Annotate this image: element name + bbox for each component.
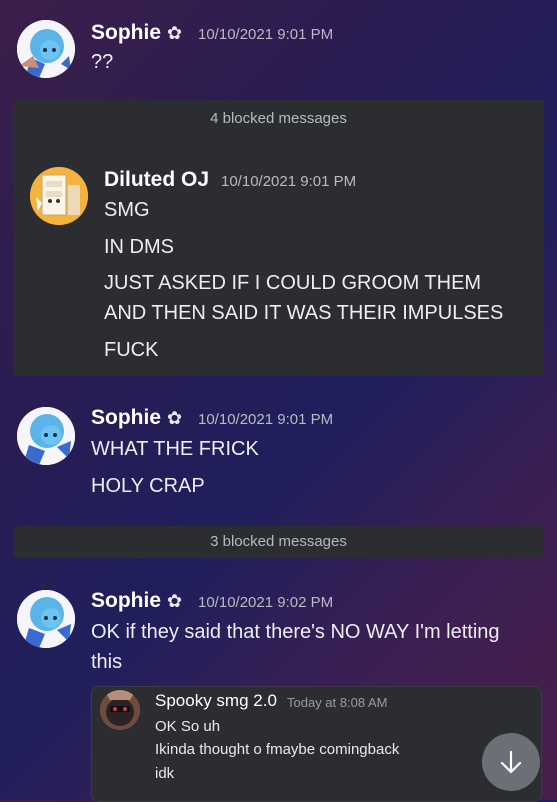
message-text: JUST ASKED IF I COULD GROOM THEM [104, 272, 482, 294]
author-name-text: Sophie [91, 21, 162, 44]
message-text: IN DMS [104, 236, 174, 258]
avatar[interactable] [100, 690, 140, 730]
author-name[interactable]: Sophie ✿ [91, 589, 182, 613]
spooky-avatar-icon [100, 690, 140, 730]
embed-text: OK So uh [155, 718, 221, 735]
message-text: FUCK [104, 339, 159, 361]
timestamp: 10/10/2021 9:01 PM [221, 173, 357, 190]
embed-timestamp: Today at 8:08 AM [287, 695, 388, 710]
blocked-messages-panel[interactable]: 3 blocked messages [13, 526, 544, 558]
message-text: ?? [91, 51, 114, 73]
message-text: AND THEN SAID IT WAS THEIR IMPULSES [104, 302, 504, 324]
message-text: WHAT THE FRICK [91, 438, 259, 460]
author-name[interactable]: Sophie ✿ [91, 406, 182, 430]
message-text: HOLY CRAP [91, 475, 205, 497]
avatar[interactable] [17, 590, 75, 648]
sophie-avatar-icon [17, 590, 75, 648]
blocked-messages-toggle[interactable]: 4 blocked messages [13, 110, 544, 127]
message-text: SMG [104, 199, 150, 221]
flower-icon: ✿ [167, 23, 183, 43]
message-text: this [91, 651, 123, 673]
author-name-text: Sophie [91, 406, 162, 429]
blocked-messages-label: 4 blocked messages [210, 110, 347, 127]
author-name-text: Sophie [91, 589, 162, 612]
arrow-down-icon [500, 750, 522, 774]
blocked-messages-panel: 4 blocked messages Diluted OJ 10/10/2021… [13, 100, 544, 376]
diluted-oj-avatar-icon [30, 167, 88, 225]
flower-icon: ✿ [167, 591, 183, 611]
timestamp: 10/10/2021 9:01 PM [198, 411, 334, 428]
avatar[interactable] [17, 407, 75, 465]
embed-text: Ikinda thought o fmaybe comingback [155, 741, 400, 758]
sophie-avatar-icon [17, 407, 75, 465]
avatar[interactable] [30, 167, 88, 225]
timestamp: 10/10/2021 9:02 PM [198, 594, 334, 611]
author-name[interactable]: Sophie ✿ [91, 21, 182, 45]
author-name[interactable]: Diluted OJ [104, 168, 209, 192]
embed-author: Spooky smg 2.0 [155, 691, 277, 710]
message-text: OK if they said that there's NO WAY I'm … [91, 621, 500, 643]
embedded-message-card[interactable]: Spooky smg 2.0 Today at 8:08 AM OK So uh… [91, 686, 542, 802]
scroll-to-bottom-button[interactable] [482, 733, 540, 791]
embed-text: idk [155, 765, 175, 782]
sophie-avatar-icon [17, 20, 75, 78]
blocked-messages-label: 3 blocked messages [210, 533, 347, 550]
flower-icon: ✿ [167, 408, 183, 428]
timestamp: 10/10/2021 9:01 PM [198, 26, 334, 43]
avatar[interactable] [17, 20, 75, 78]
